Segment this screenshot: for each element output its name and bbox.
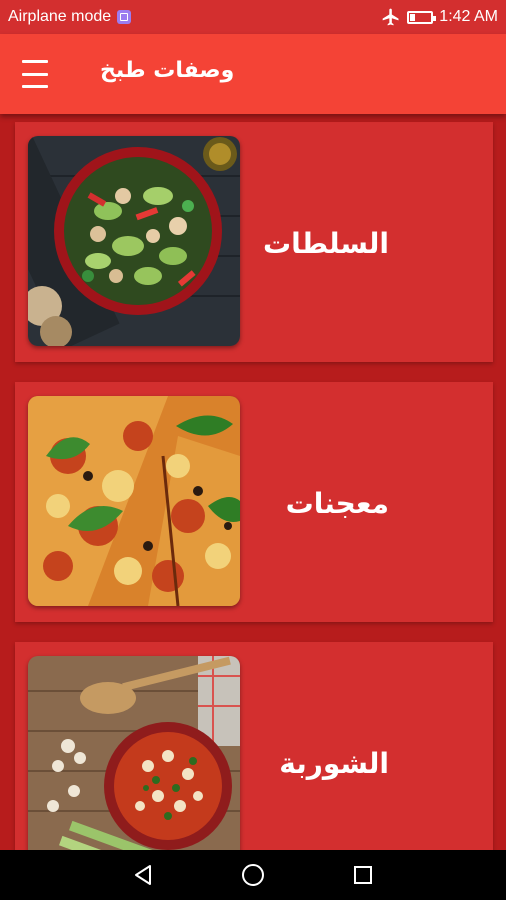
- category-card-pastries[interactable]: معجنات: [15, 382, 493, 622]
- salad-bowl-photo: [28, 136, 240, 346]
- gallery-icon: [117, 10, 132, 24]
- app-title: وصفات طبخ: [100, 58, 235, 83]
- clock: 1:42 AM: [439, 8, 498, 25]
- category-card-salads[interactable]: السلطات: [15, 122, 493, 362]
- status-left: Airplane mode: [8, 8, 132, 26]
- back-icon[interactable]: [130, 862, 156, 888]
- pizza-photo: [28, 396, 240, 606]
- category-card-soup[interactable]: الشوربة: [15, 642, 493, 850]
- airplane-icon: [382, 8, 399, 26]
- category-label: السلطات: [263, 227, 389, 260]
- hamburger-menu-icon[interactable]: [22, 60, 58, 88]
- recents-icon[interactable]: [350, 862, 376, 888]
- status-bar: Airplane mode 1:42 AM: [0, 0, 506, 34]
- category-list[interactable]: السلطات معجنات الشوربة: [0, 114, 506, 850]
- status-right: 1:42 AM: [381, 7, 498, 27]
- airplane-mode-label: Airplane mode: [8, 8, 112, 25]
- app-bar: وصفات طبخ: [0, 34, 506, 114]
- category-label: الشوربة: [279, 747, 389, 780]
- bean-soup-photo: [28, 656, 240, 850]
- navigation-bar: [0, 850, 506, 900]
- battery-icon: [407, 10, 437, 24]
- category-label: معجنات: [285, 487, 389, 520]
- home-icon[interactable]: [240, 862, 266, 888]
